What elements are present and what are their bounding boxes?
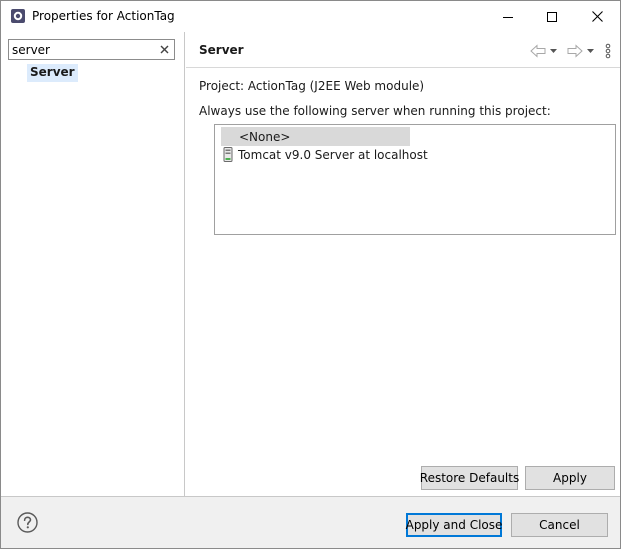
header-divider [186,67,620,68]
page-nav-toolbar [530,42,612,60]
tree-item-server[interactable]: Server [27,64,78,82]
clear-icon[interactable] [158,43,171,56]
cancel-button[interactable]: Cancel [511,513,608,537]
close-icon [591,11,603,22]
list-item-tomcat[interactable]: Tomcat v9.0 Server at localhost [221,145,428,164]
chevron-down-icon[interactable] [549,44,558,58]
preference-tree-pane: Server [1,32,185,496]
instruction-label: Always use the following server when run… [199,104,551,118]
apply-and-close-button[interactable]: Apply and Close [406,513,502,537]
title-bar: Properties for ActionTag [1,1,620,32]
help-icon[interactable] [17,512,38,533]
list-item-none[interactable]: <None> [221,127,410,146]
maximize-button[interactable] [529,1,575,32]
property-page: Server Project: ActionTag (J2EE Web modu… [186,32,620,496]
properties-dialog: Properties for ActionTag Server Server [0,0,621,549]
list-item-label: Tomcat v9.0 Server at localhost [238,147,428,162]
window-title: Properties for ActionTag [32,9,175,23]
chevron-down-icon[interactable] [586,44,595,58]
minimize-button[interactable] [485,1,531,32]
minimize-icon [503,16,513,18]
server-icon [223,147,233,162]
forward-arrow-icon[interactable] [567,44,583,58]
maximize-icon [547,11,557,22]
close-button[interactable] [574,1,620,32]
page-title: Server [199,43,244,57]
back-arrow-icon[interactable] [530,44,546,58]
list-item-label: <None> [239,129,291,144]
filter-field[interactable] [8,39,175,60]
restore-defaults-button[interactable]: Restore Defaults [420,466,519,490]
server-list[interactable]: <None> Tomcat v9.0 Server at localhost [214,124,616,235]
apply-button[interactable]: Apply [525,466,615,490]
filter-input[interactable] [12,41,152,58]
project-label: Project: ActionTag (J2EE Web module) [199,79,425,93]
eclipse-gear-icon [11,9,25,23]
more-vertical-icon[interactable] [604,43,612,59]
dialog-footer: Apply and Close Cancel [1,496,620,548]
